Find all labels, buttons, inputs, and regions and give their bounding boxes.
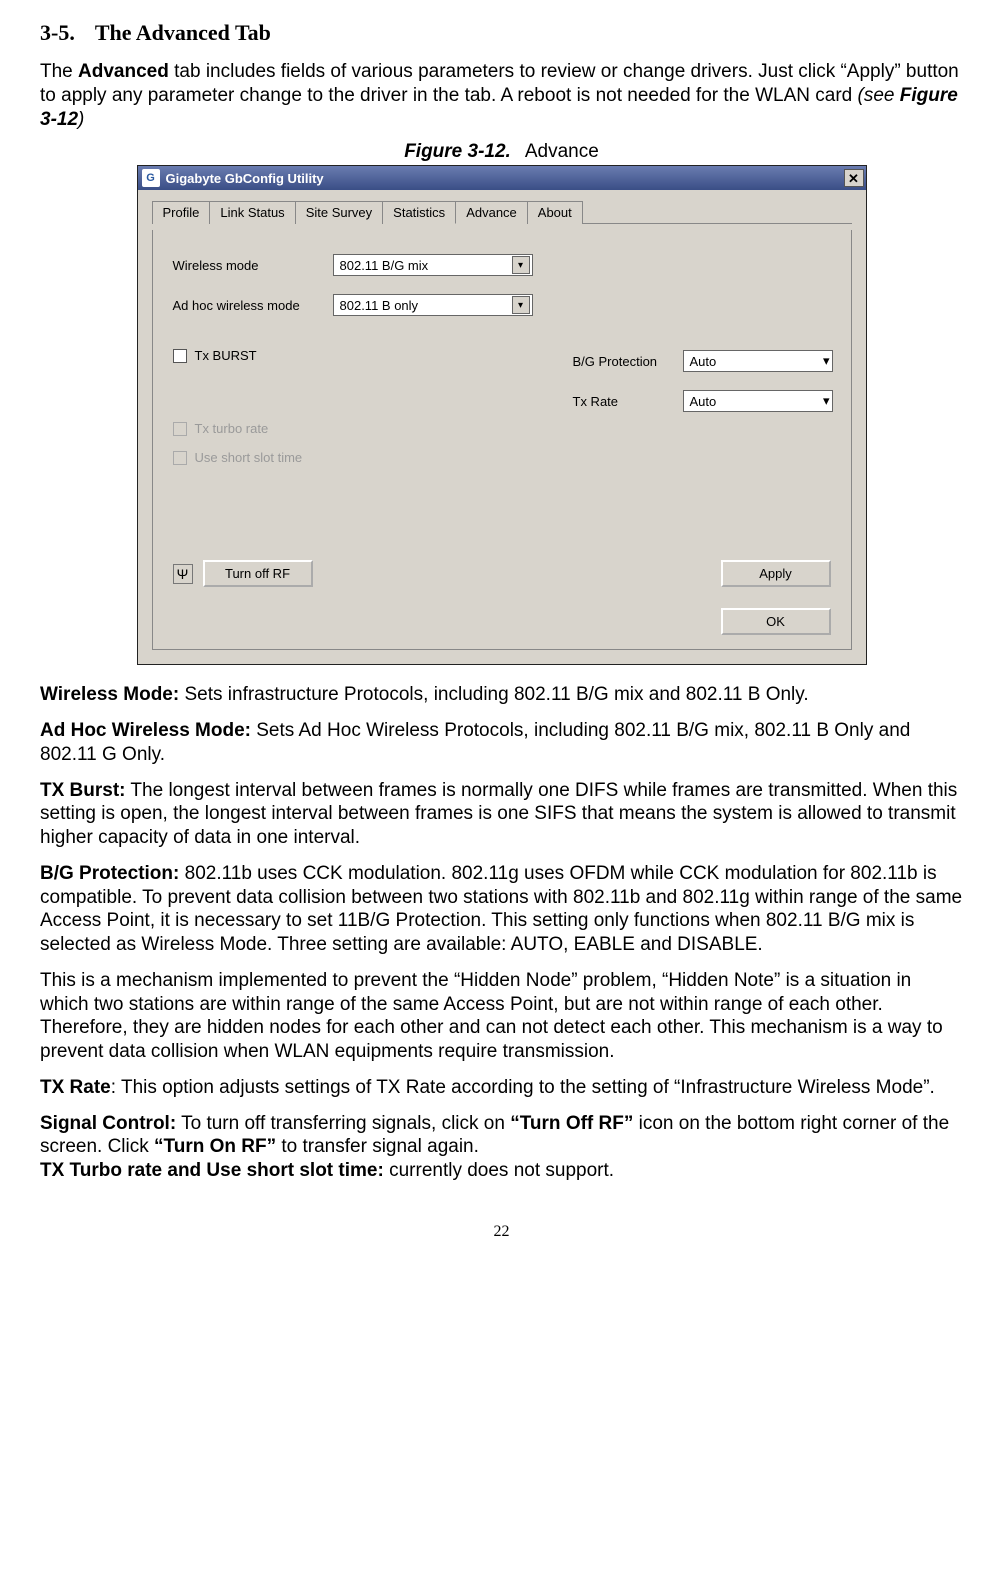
checkbox-icon: [173, 451, 187, 465]
def-adhoc-mode: Ad Hoc Wireless Mode: Sets Ad Hoc Wirele…: [40, 719, 963, 767]
text-bold: “Turn Off RF”: [510, 1113, 633, 1134]
term: Signal Control:: [40, 1113, 176, 1134]
wireless-mode-value: 802.11 B/G mix: [340, 258, 429, 273]
bg-protection-select[interactable]: Auto ▾: [683, 350, 833, 372]
close-icon: ✕: [848, 172, 859, 185]
adhoc-mode-select[interactable]: 802.11 B only ▾: [333, 294, 533, 316]
desc: To turn off transferring signals, click …: [176, 1113, 510, 1134]
figure-caption: Figure 3-12. Advance: [40, 141, 963, 163]
text: tab includes fields of various parameter…: [40, 61, 959, 106]
text: The: [40, 61, 78, 82]
tx-turbo-rate-label: Tx turbo rate: [195, 421, 269, 436]
turn-off-rf-button[interactable]: Turn off RF: [203, 560, 313, 587]
app-logo-icon: G: [142, 169, 160, 187]
desc: currently does not support.: [384, 1160, 614, 1181]
tx-rate-label: Tx Rate: [573, 394, 683, 409]
short-slot-time-label: Use short slot time: [195, 450, 303, 465]
checkbox-icon: [173, 422, 187, 436]
term: TX Rate: [40, 1077, 111, 1098]
tab-advance[interactable]: Advance: [455, 201, 528, 224]
desc: to transfer signal again.: [276, 1136, 479, 1157]
text-bold: “Turn On RF”: [154, 1136, 276, 1157]
checkbox-icon: [173, 349, 187, 363]
tab-panel-advance: Wireless mode 802.11 B/G mix ▾ Ad hoc wi…: [152, 230, 852, 650]
tab-about[interactable]: About: [527, 201, 583, 224]
wireless-mode-select[interactable]: 802.11 B/G mix ▾: [333, 254, 533, 276]
section-heading: 3-5. The Advanced Tab: [40, 20, 963, 46]
text-bold: Advanced: [78, 61, 169, 82]
tx-rate-value: Auto: [690, 394, 717, 409]
def-bg-protection: B/G Protection: 802.11b uses CCK modulat…: [40, 862, 963, 957]
desc: : This option adjusts settings of TX Rat…: [111, 1077, 935, 1098]
rf-antenna-icon: Ψ: [173, 564, 193, 584]
term: Wireless Mode:: [40, 684, 179, 705]
term: TX Turbo rate and Use short slot time:: [40, 1160, 384, 1181]
chevron-down-icon: ▾: [823, 353, 830, 369]
tx-burst-label: Tx BURST: [195, 348, 257, 363]
text-italic: (see: [858, 85, 900, 106]
short-slot-time-checkbox: Use short slot time: [173, 450, 831, 465]
term: B/G Protection:: [40, 863, 179, 884]
def-tx-burst: TX Burst: The longest interval between f…: [40, 779, 963, 850]
desc: 802.11b uses CCK modulation. 802.11g use…: [40, 863, 962, 955]
intro-paragraph: The Advanced tab includes fields of vari…: [40, 60, 963, 131]
chevron-down-icon: ▾: [512, 256, 530, 274]
app-window: G Gigabyte GbConfig Utility ✕ Profile Li…: [137, 165, 867, 665]
adhoc-mode-value: 802.11 B only: [340, 298, 419, 313]
tab-link-status[interactable]: Link Status: [209, 201, 295, 224]
tab-profile[interactable]: Profile: [152, 201, 211, 224]
term: TX Burst:: [40, 780, 126, 801]
term: Ad Hoc Wireless Mode:: [40, 720, 251, 741]
figure-caption-text: Advance: [525, 141, 599, 162]
bg-protection-value: Auto: [690, 354, 717, 369]
def-wireless-mode: Wireless Mode: Sets infrastructure Proto…: [40, 683, 963, 707]
window-title: Gigabyte GbConfig Utility: [166, 171, 324, 186]
tab-strip: Profile Link Status Site Survey Statisti…: [152, 200, 852, 224]
title-bar: G Gigabyte GbConfig Utility ✕: [138, 166, 866, 190]
bg-protection-label: B/G Protection: [573, 354, 683, 369]
apply-button[interactable]: Apply: [721, 560, 831, 587]
chevron-down-icon: ▾: [823, 393, 830, 409]
desc: Sets infrastructure Protocols, including…: [179, 684, 808, 705]
desc: The longest interval between frames is n…: [40, 780, 957, 849]
tab-site-survey[interactable]: Site Survey: [295, 201, 383, 224]
tab-statistics[interactable]: Statistics: [382, 201, 456, 224]
text-italic: ): [78, 109, 84, 130]
chevron-down-icon: ▾: [512, 296, 530, 314]
adhoc-mode-label: Ad hoc wireless mode: [173, 298, 333, 313]
close-button[interactable]: ✕: [844, 169, 864, 187]
page-number: 22: [40, 1223, 963, 1241]
def-hidden-node: This is a mechanism implemented to preve…: [40, 969, 963, 1064]
figure-label: Figure 3-12.: [404, 141, 511, 162]
def-signal-control: Signal Control: To turn off transferring…: [40, 1112, 963, 1183]
def-tx-rate: TX Rate: This option adjusts settings of…: [40, 1076, 963, 1100]
wireless-mode-label: Wireless mode: [173, 258, 333, 273]
tx-rate-select[interactable]: Auto ▾: [683, 390, 833, 412]
section-title-text: The Advanced Tab: [95, 20, 271, 45]
section-number: 3-5.: [40, 20, 75, 46]
ok-button[interactable]: OK: [721, 608, 831, 635]
